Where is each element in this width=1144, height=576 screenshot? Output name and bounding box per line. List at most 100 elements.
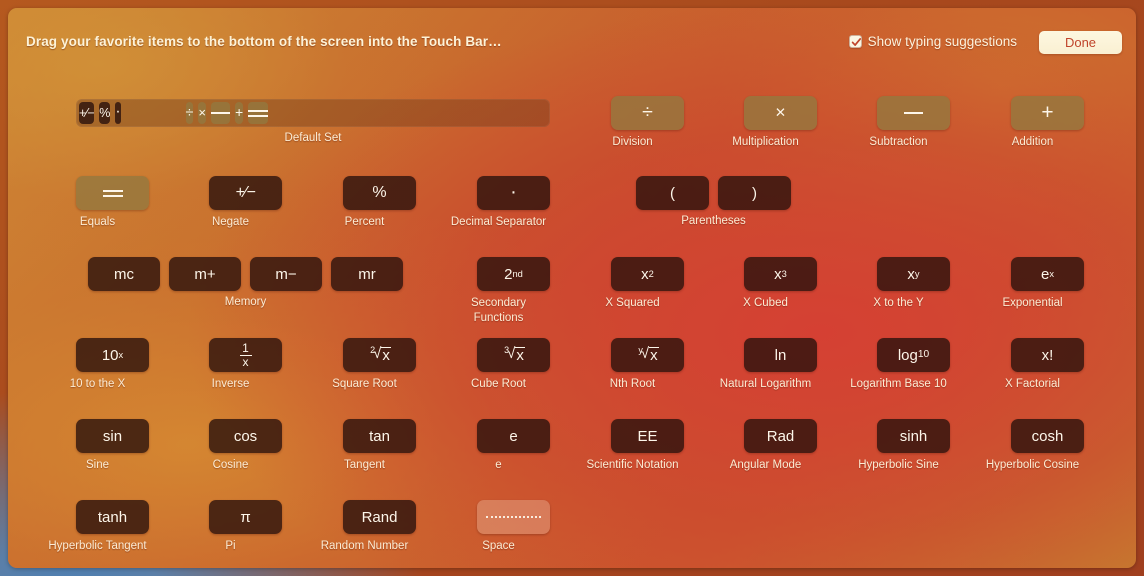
item-hyperbolic-cosine[interactable]: coshHyperbolic Cosine (1011, 419, 1084, 473)
item-pi[interactable]: πPi (209, 500, 282, 554)
negate-key[interactable]: +⁄− (79, 102, 94, 124)
hyperbolic-sine-key[interactable]: sinh (877, 419, 950, 453)
angular-mode-key[interactable]: Rad (744, 419, 817, 453)
decimal-separator-key[interactable]: · (477, 176, 550, 210)
hyperbolic-tangent-caption: Hyperbolic Tangent (31, 539, 164, 554)
cube-root-key[interactable]: 3√x (477, 338, 550, 372)
memory-caption: Memory (88, 296, 403, 308)
secondary-functions-caption: Secondary Functions (432, 296, 565, 325)
item-inverse[interactable]: 1xInverse (209, 338, 282, 392)
x-to-the-y-caption: X to the Y (832, 296, 965, 311)
equals-key[interactable] (76, 176, 149, 210)
pi-key[interactable]: π (209, 500, 282, 534)
item-x-to-the-y[interactable]: xyX to the Y (877, 257, 950, 311)
natural-logarithm-key[interactable]: ln (744, 338, 817, 372)
subtraction-key[interactable] (211, 102, 230, 124)
item-ten-to-the-x[interactable]: 10x10 to the X (76, 338, 149, 392)
square-root-key[interactable]: 2√x (343, 338, 416, 372)
item-tangent[interactable]: tanTangent (343, 419, 416, 473)
multiplication-key[interactable]: × (744, 96, 817, 130)
item-subtraction[interactable]: Subtraction (877, 96, 950, 150)
item-space[interactable]: Space (477, 500, 550, 554)
item-decimal-separator[interactable]: ·Decimal Separator (477, 176, 550, 230)
x-cubed-key[interactable]: x3 (744, 257, 817, 291)
e-key[interactable]: e (477, 419, 550, 453)
item-e[interactable]: ee (477, 419, 550, 473)
item-square-root[interactable]: 2√xSquare Root (343, 338, 416, 392)
multiplication-key[interactable]: × (198, 102, 206, 124)
item-x-cubed[interactable]: x3X Cubed (744, 257, 817, 311)
equals-key[interactable] (248, 102, 268, 124)
item-division[interactable]: ÷Division (611, 96, 684, 150)
division-key[interactable]: ÷ (611, 96, 684, 130)
memory-add-key[interactable]: m+ (169, 257, 241, 291)
group-memory[interactable]: mc m+ m− mr Memory (88, 257, 403, 308)
x-to-the-y-key[interactable]: xy (877, 257, 950, 291)
division-key[interactable]: ÷ (186, 102, 194, 124)
inverse-key[interactable]: 1x (209, 338, 282, 372)
item-hyperbolic-sine[interactable]: sinhHyperbolic Sine (877, 419, 950, 473)
hyperbolic-cosine-key[interactable]: cosh (1011, 419, 1084, 453)
default-set-strip[interactable]: +⁄−%· ÷× + (76, 99, 550, 127)
item-x-squared[interactable]: x2X Squared (611, 257, 684, 311)
decimal-key[interactable]: · (115, 102, 120, 124)
space-key[interactable] (477, 500, 550, 534)
nth-root-key[interactable]: y√x (611, 338, 684, 372)
item-x-factorial[interactable]: x!X Factorial (1011, 338, 1084, 392)
item-angular-mode[interactable]: RadAngular Mode (744, 419, 817, 473)
sine-key[interactable]: sin (76, 419, 149, 453)
percent-key[interactable]: % (99, 102, 110, 124)
item-hyperbolic-tangent[interactable]: tanhHyperbolic Tangent (76, 500, 149, 554)
item-negate[interactable]: +⁄−Negate (209, 176, 282, 230)
item-nth-root[interactable]: y√xNth Root (611, 338, 684, 392)
item-cosine[interactable]: cosCosine (209, 419, 282, 473)
item-random-number[interactable]: RandRandom Number (343, 500, 416, 554)
pi-caption: Pi (164, 539, 297, 554)
percent-key[interactable]: % (343, 176, 416, 210)
item-percent[interactable]: %Percent (343, 176, 416, 230)
memory-keys: mc m+ m− mr (88, 257, 403, 291)
x-factorial-key[interactable]: x! (1011, 338, 1084, 372)
item-equals[interactable]: Equals (76, 176, 149, 230)
memory-clear-key[interactable]: mc (88, 257, 160, 291)
subtraction-caption: Subtraction (832, 135, 965, 150)
addition-caption: Addition (966, 135, 1099, 150)
item-multiplication[interactable]: ×Multiplication (744, 96, 817, 150)
logarithm-base-10-key[interactable]: log10 (877, 338, 950, 372)
space-caption: Space (432, 539, 565, 554)
item-exponential[interactable]: exExponential (1011, 257, 1084, 311)
subtraction-key[interactable] (877, 96, 950, 130)
addition-key[interactable]: + (235, 102, 243, 124)
equals-caption: Equals (31, 215, 164, 230)
item-scientific-notation[interactable]: EEScientific Notation (611, 419, 684, 473)
item-cube-root[interactable]: 3√xCube Root (477, 338, 550, 392)
x-squared-key[interactable]: x2 (611, 257, 684, 291)
cosine-caption: Cosine (164, 458, 297, 473)
hyperbolic-tangent-key[interactable]: tanh (76, 500, 149, 534)
hyperbolic-cosine-caption: Hyperbolic Cosine (966, 458, 1099, 473)
tangent-key[interactable]: tan (343, 419, 416, 453)
memory-subtract-key[interactable]: m− (250, 257, 322, 291)
exponential-key[interactable]: ex (1011, 257, 1084, 291)
random-number-key[interactable]: Rand (343, 500, 416, 534)
group-parentheses[interactable]: ()Parentheses (636, 176, 791, 227)
item-secondary-functions[interactable]: 2ndSecondary Functions (477, 257, 550, 325)
secondary-functions-key[interactable]: 2nd (477, 257, 550, 291)
memory-recall-key[interactable]: mr (331, 257, 403, 291)
addition-key[interactable]: + (1011, 96, 1084, 130)
item-addition[interactable]: +Addition (1011, 96, 1084, 150)
negate-key[interactable]: +⁄− (209, 176, 282, 210)
item-logarithm-base-10[interactable]: log10Logarithm Base 10 (877, 338, 950, 392)
multiplication-caption: Multiplication (699, 135, 832, 150)
item-sine[interactable]: sinSine (76, 419, 149, 473)
open-paren-key[interactable]: ( (636, 176, 709, 210)
ten-to-the-x-key[interactable]: 10x (76, 338, 149, 372)
scientific-notation-key[interactable]: EE (611, 419, 684, 453)
cosine-key[interactable]: cos (209, 419, 282, 453)
x-squared-caption: X Squared (566, 296, 699, 311)
parentheses-keys: () (636, 176, 791, 210)
item-natural-logarithm[interactable]: lnNatural Logarithm (744, 338, 817, 392)
desktop-background: Drag your favorite items to the bottom o… (0, 0, 1144, 576)
close-paren-key[interactable]: ) (718, 176, 791, 210)
logarithm-base-10-caption: Logarithm Base 10 (832, 377, 965, 392)
